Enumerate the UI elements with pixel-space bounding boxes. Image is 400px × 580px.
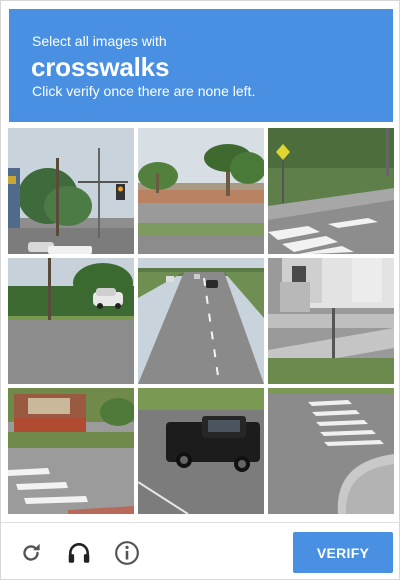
info-icon bbox=[115, 541, 139, 565]
tile-image bbox=[8, 258, 134, 384]
headphones-icon bbox=[68, 543, 90, 563]
tile-image bbox=[8, 128, 134, 254]
tile-image bbox=[268, 128, 394, 254]
reload-button[interactable] bbox=[17, 539, 45, 567]
tile-image bbox=[138, 128, 264, 254]
instruction-text: Select all images with bbox=[32, 33, 167, 49]
hint-text: Click verify once there are none left. bbox=[32, 83, 256, 99]
tile-image bbox=[268, 258, 394, 384]
image-tile-r2c1[interactable] bbox=[8, 258, 134, 384]
captcha-frame: Select all images with crosswalks Click … bbox=[0, 0, 400, 580]
challenge-header: Select all images with crosswalks Click … bbox=[9, 9, 393, 122]
tile-image bbox=[268, 388, 394, 514]
image-tile-r1c2[interactable] bbox=[138, 128, 264, 254]
target-object-text: crosswalks bbox=[31, 52, 170, 82]
reload-icon bbox=[23, 543, 40, 561]
image-tile-r3c1[interactable] bbox=[8, 388, 134, 514]
image-tile-r2c2[interactable] bbox=[138, 258, 264, 384]
verify-button[interactable]: VERIFY bbox=[293, 532, 393, 573]
tile-image bbox=[138, 258, 264, 384]
tile-image bbox=[138, 388, 264, 514]
image-tile-r3c3[interactable] bbox=[268, 388, 394, 514]
image-tile-r2c3[interactable] bbox=[268, 258, 394, 384]
tile-image bbox=[8, 388, 134, 514]
audio-challenge-button[interactable] bbox=[65, 539, 93, 567]
image-tile-r1c1[interactable] bbox=[8, 128, 134, 254]
footer-divider bbox=[1, 522, 400, 523]
image-grid bbox=[8, 128, 394, 515]
help-button[interactable] bbox=[113, 539, 141, 567]
image-tile-r3c2[interactable] bbox=[138, 388, 264, 514]
image-tile-r1c3[interactable] bbox=[268, 128, 394, 254]
